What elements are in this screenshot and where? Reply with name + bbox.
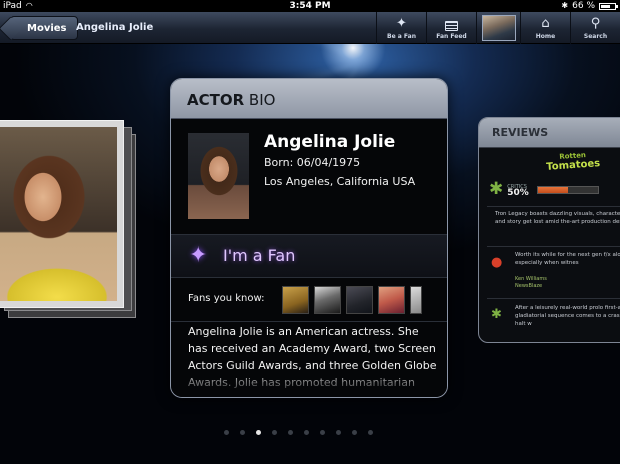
review-text: After a leisurely real-world prolo first… xyxy=(515,305,620,327)
fan-avatar[interactable] xyxy=(282,286,309,314)
critics-score: 50% xyxy=(507,187,529,198)
fan-feed-button[interactable]: Fan Feed xyxy=(426,12,476,44)
fans-label: Fans you know: xyxy=(188,293,265,304)
bluetooth-icon: ✱ xyxy=(561,1,569,10)
photo-stack[interactable] xyxy=(0,120,136,320)
fan-avatar[interactable] xyxy=(378,286,405,314)
status-bar: iPad ◠ 3:54 PM ✱ 66 % xyxy=(0,0,620,12)
page-dot[interactable] xyxy=(240,430,245,435)
splat-icon: ✱ xyxy=(489,179,504,199)
review-text: Tron Legacy boasts dazzling visuals, cha… xyxy=(495,211,620,225)
search-label: Search xyxy=(583,33,608,40)
nav-button-group: ✦ Be a Fan Fan Feed ⌂ Home ⚲ Search xyxy=(376,12,620,44)
review-text: Worth its while for the next gen f/x alo… xyxy=(515,252,620,266)
page-dot[interactable] xyxy=(304,430,309,435)
battery-percent: 66 % xyxy=(572,1,595,11)
page-indicator[interactable] xyxy=(224,430,373,435)
home-label: Home xyxy=(535,33,556,40)
be-a-fan-label: Be a Fan xyxy=(387,33,416,40)
rotten-tomatoes-logo: Rotten Tomatoes xyxy=(545,151,601,173)
page-dot[interactable] xyxy=(336,430,341,435)
battery-icon xyxy=(599,2,618,10)
actor-photo-large xyxy=(0,127,117,301)
page-dot[interactable] xyxy=(368,430,373,435)
fan-feed-label: Fan Feed xyxy=(436,33,467,40)
actor-photo xyxy=(188,133,249,219)
nav-title: Angelina Jolie xyxy=(76,22,154,33)
search-button[interactable]: ⚲ Search xyxy=(570,12,620,44)
page-dot[interactable] xyxy=(224,430,229,435)
page-dot[interactable] xyxy=(256,430,261,435)
tomato-icon: ● xyxy=(491,255,503,270)
fan-avatar[interactable] xyxy=(314,286,341,314)
actor-name: Angelina Jolie xyxy=(264,132,396,152)
back-button[interactable]: Movies xyxy=(10,16,78,40)
im-a-fan-label: I'm a Fan xyxy=(223,246,296,265)
reviews-card: REVIEWS Rotten Tomatoes ✱ CRITICS 50% Tro… xyxy=(478,117,620,343)
card-title-bold: ACTOR xyxy=(187,91,245,109)
sparkle-icon: ✦ xyxy=(189,243,208,268)
page-dot[interactable] xyxy=(288,430,293,435)
status-time: 3:54 PM xyxy=(289,1,331,11)
actor-bio-card: ACTOR BIO Angelina Jolie Born: 06/04/197… xyxy=(170,78,448,398)
reviews-title: REVIEWS xyxy=(479,118,620,148)
actor-profile: Angelina Jolie Born: 06/04/1975 Los Ange… xyxy=(171,119,447,235)
fans-you-know: Fans you know: xyxy=(171,278,447,322)
im-a-fan-button[interactable]: ✦ I'm a Fan xyxy=(171,235,447,278)
home-button[interactable]: ⌂ Home xyxy=(520,12,570,44)
profile-photo-icon xyxy=(481,15,516,41)
be-a-fan-button[interactable]: ✦ Be a Fan xyxy=(376,12,426,44)
navigation-bar: Movies Angelina Jolie ✦ Be a Fan Fan Fee… xyxy=(0,12,620,44)
page-dot[interactable] xyxy=(352,430,357,435)
home-icon: ⌂ xyxy=(541,16,550,31)
critics-score-row: ✱ CRITICS 50% xyxy=(489,181,599,198)
actor-birthplace: Los Angeles, California USA xyxy=(264,175,416,188)
fan-thumbnails xyxy=(282,286,422,314)
page-dot[interactable] xyxy=(272,430,277,435)
score-bar-fill xyxy=(537,186,568,193)
search-icon: ⚲ xyxy=(590,16,601,31)
photo-frame xyxy=(0,120,124,308)
page-dot[interactable] xyxy=(320,430,325,435)
critics-score-bar xyxy=(536,185,599,194)
sparkle-icon: ✦ xyxy=(396,16,407,31)
card-header: ACTOR BIO xyxy=(171,79,447,119)
review-author: Ken Williams NewsBlaze xyxy=(515,276,547,289)
card-title-rest: BIO xyxy=(244,91,276,109)
fan-avatar[interactable] xyxy=(410,286,422,314)
feed-icon xyxy=(445,21,458,31)
fan-avatar[interactable] xyxy=(346,286,373,314)
actor-born: Born: 06/04/1975 xyxy=(264,156,361,169)
splat-icon: ✱ xyxy=(491,307,502,322)
profile-photo-button[interactable] xyxy=(476,12,520,44)
